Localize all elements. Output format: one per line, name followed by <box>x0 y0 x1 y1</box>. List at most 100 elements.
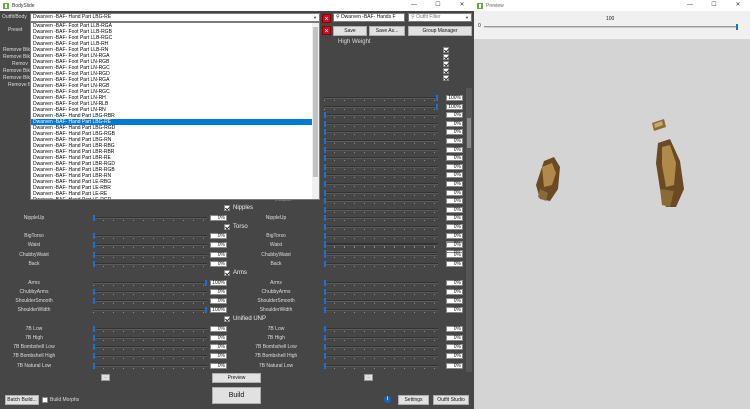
outfit-search-input[interactable]: ⚲ Dwarven -BAF- Hands F <box>333 13 405 22</box>
high-weight-slider-thumb[interactable] <box>324 129 326 136</box>
low-weight-value[interactable]: 0% <box>210 214 227 221</box>
high-weight-value[interactable]: 0% <box>446 335 463 341</box>
low-weight-slider[interactable] <box>93 297 207 304</box>
high-weight-slider-thumb[interactable] <box>324 172 326 179</box>
low-weight-value[interactable]: 0% <box>210 251 227 258</box>
high-weight-slider[interactable] <box>324 95 438 101</box>
high-weight-slider-thumb[interactable] <box>324 325 326 332</box>
high-weight-slider[interactable] <box>324 297 438 304</box>
low-weight-slider[interactable] <box>93 362 207 369</box>
preview-weight-slider[interactable] <box>484 24 738 30</box>
low-weight-slider-thumb[interactable] <box>93 353 95 360</box>
high-weight-checkbox[interactable] <box>443 68 449 74</box>
high-weight-checkbox[interactable] <box>443 61 449 67</box>
low-weight-slider-thumb[interactable] <box>93 297 95 304</box>
build-button[interactable]: Build <box>212 387 261 404</box>
high-weight-slider[interactable] <box>324 163 438 170</box>
high-weight-value[interactable]: 0% <box>446 198 463 205</box>
high-weight-value[interactable]: 100% <box>446 103 463 110</box>
clear-preset-button[interactable]: × <box>322 26 331 35</box>
low-weight-value[interactable]: 0% <box>210 325 227 332</box>
low-weight-slider[interactable] <box>93 344 207 351</box>
low-weight-value[interactable]: 0% <box>210 297 227 304</box>
high-weight-slider[interactable] <box>324 242 438 249</box>
low-weight-value[interactable]: 0% <box>210 260 227 267</box>
high-weight-value[interactable]: 0% <box>446 120 463 127</box>
outfit-studio-button[interactable]: Outfit Studio <box>433 395 469 405</box>
high-weight-slider[interactable] <box>324 120 438 127</box>
high-weight-slider-thumb[interactable] <box>324 260 326 267</box>
high-weight-value[interactable]: 0% <box>446 242 463 249</box>
low-weight-slider-thumb[interactable] <box>93 344 95 351</box>
high-weight-slider[interactable] <box>324 138 438 144</box>
low-weight-options-button[interactable]: ... <box>101 374 110 381</box>
dropdown-scroll-thumb[interactable] <box>313 27 318 177</box>
high-weight-slider-thumb[interactable] <box>324 233 326 240</box>
high-weight-slider[interactable] <box>324 224 438 230</box>
high-weight-value[interactable]: 0% <box>446 325 463 332</box>
high-weight-checkbox[interactable] <box>443 47 449 53</box>
high-weight-value[interactable]: 0% <box>446 288 463 295</box>
low-weight-slider-thumb[interactable] <box>205 279 207 286</box>
low-weight-value[interactable]: 0% <box>210 242 227 249</box>
low-weight-slider-thumb[interactable] <box>93 362 95 369</box>
low-weight-slider[interactable] <box>93 214 207 221</box>
high-weight-slider[interactable] <box>324 172 438 179</box>
high-weight-slider[interactable] <box>324 103 438 110</box>
high-weight-slider-thumb[interactable] <box>324 138 326 144</box>
high-weight-value[interactable]: 0% <box>446 353 463 360</box>
high-weight-slider-thumb[interactable] <box>324 198 326 205</box>
low-weight-slider-thumb[interactable] <box>93 233 95 240</box>
high-weight-value[interactable]: 0% <box>446 297 463 304</box>
high-weight-slider[interactable] <box>324 307 438 314</box>
high-weight-value[interactable]: 0% <box>446 344 463 351</box>
sliders-scrollbar[interactable] <box>466 88 472 372</box>
group-manager-button[interactable]: Group Manager <box>408 26 472 36</box>
low-weight-value[interactable]: 100% <box>210 279 227 286</box>
low-weight-slider[interactable] <box>93 288 207 295</box>
low-weight-slider[interactable] <box>93 335 207 341</box>
low-weight-slider-thumb[interactable] <box>93 214 95 221</box>
high-weight-slider[interactable] <box>324 198 438 205</box>
high-weight-value[interactable]: 0% <box>446 112 463 119</box>
low-weight-value[interactable]: 0% <box>210 362 227 369</box>
high-weight-slider[interactable] <box>324 279 438 286</box>
high-weight-value[interactable]: 0% <box>446 155 463 162</box>
high-weight-slider-thumb[interactable] <box>324 206 326 213</box>
low-weight-value[interactable]: 0% <box>210 335 227 341</box>
outfit-dropdown-list[interactable]: Dwarven -BAF- Foot Part LLB-RGA Dwarven -… <box>30 22 320 200</box>
high-weight-slider-thumb[interactable] <box>324 163 326 170</box>
batch-build-button[interactable]: Batch Build... <box>5 395 39 405</box>
low-weight-slider[interactable] <box>93 260 207 267</box>
outfit-filter-input[interactable]: ⚲ Outfit Filter ▼ <box>408 13 472 22</box>
info-icon[interactable]: i <box>384 396 391 403</box>
outfit-select[interactable]: Dwarven -BAF- Hand Part LBG-RE ▼ <box>30 13 320 22</box>
high-weight-value[interactable]: 0% <box>446 129 463 136</box>
high-weight-options-button[interactable]: ... <box>364 374 373 381</box>
high-weight-slider[interactable] <box>324 155 438 162</box>
high-weight-slider-thumb[interactable] <box>324 297 326 304</box>
low-weight-slider[interactable] <box>93 325 207 332</box>
high-weight-slider-thumb[interactable] <box>324 155 326 162</box>
high-weight-value[interactable]: 0% <box>446 181 463 187</box>
low-weight-slider-thumb[interactable] <box>93 260 95 267</box>
low-weight-slider-thumb[interactable] <box>93 242 95 249</box>
high-weight-value[interactable]: 0% <box>446 279 463 286</box>
low-weight-value[interactable]: 0% <box>210 288 227 295</box>
preview-button[interactable]: Preview <box>212 373 261 383</box>
high-weight-slider-thumb[interactable] <box>324 307 326 314</box>
high-weight-slider-thumb[interactable] <box>324 362 326 369</box>
clear-outfit-filter-button[interactable]: × <box>322 14 331 23</box>
high-weight-slider-thumb[interactable] <box>324 224 326 230</box>
high-weight-slider[interactable] <box>324 146 438 153</box>
high-weight-value[interactable]: 0% <box>446 362 463 369</box>
preview-maximize-icon[interactable]: ☐ <box>702 0 726 11</box>
high-weight-slider[interactable] <box>324 353 438 360</box>
minimize-icon[interactable]: — <box>402 0 426 11</box>
low-weight-slider-thumb[interactable] <box>205 307 207 314</box>
high-weight-slider[interactable] <box>324 112 438 119</box>
low-weight-slider-thumb[interactable] <box>93 335 95 341</box>
high-weight-slider[interactable] <box>324 260 438 267</box>
save-button[interactable]: Save <box>333 26 367 36</box>
preview-minimize-icon[interactable]: — <box>678 0 702 11</box>
